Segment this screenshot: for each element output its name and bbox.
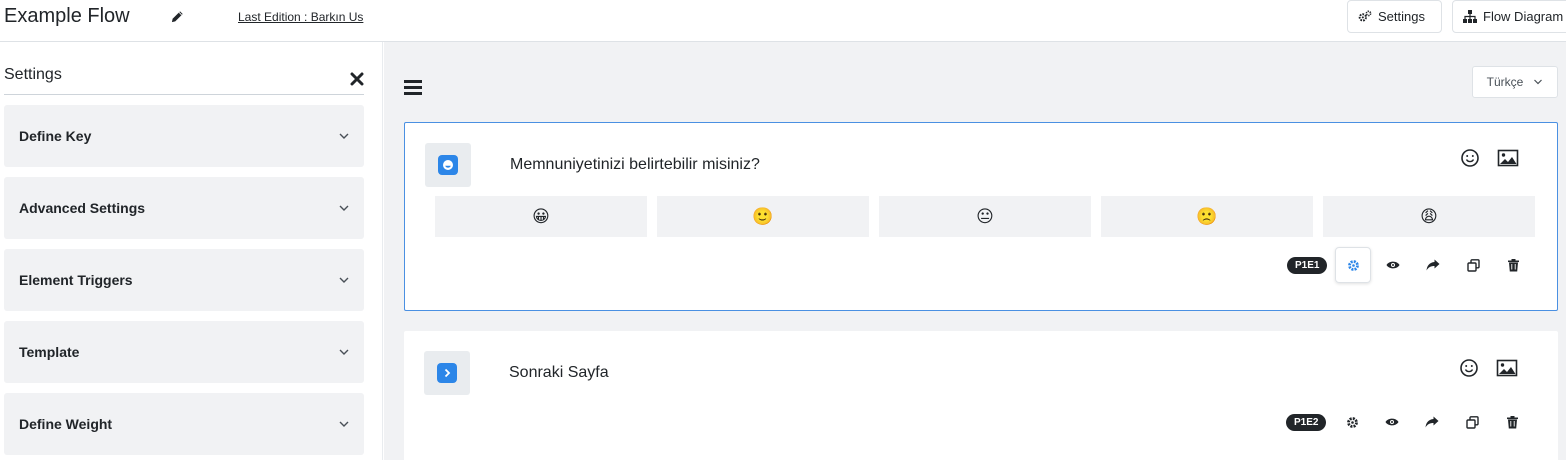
sidebar-divider	[4, 94, 364, 95]
duplicate-button[interactable]	[1454, 404, 1490, 440]
accordion-define-weight[interactable]: Define Weight	[4, 393, 364, 455]
top-bar: Example Flow Last Edition : Barkın Us Se…	[0, 0, 1566, 42]
flow-diagram-button[interactable]: Flow Diagram	[1452, 0, 1566, 33]
rating-option-happy[interactable]: 🙂	[657, 196, 869, 237]
settings-button[interactable]: Settings	[1347, 0, 1442, 33]
chevron-down-icon	[1534, 79, 1543, 85]
settings-sidebar: Settings Define Key Advanced Settings El…	[0, 42, 383, 460]
language-select-value: Türkçe	[1486, 75, 1524, 89]
accordion-template[interactable]: Template	[4, 321, 364, 383]
element-settings-button[interactable]	[1335, 247, 1372, 283]
flow-diagram-button-label: Flow Diagram	[1483, 9, 1564, 24]
chevron-down-icon	[339, 205, 349, 211]
chevron-down-icon	[339, 277, 349, 283]
image-icon[interactable]	[1497, 147, 1519, 169]
accordion-element-triggers[interactable]: Element Triggers	[4, 249, 364, 311]
gears-icon	[1358, 10, 1372, 22]
main-content: Türkçe Memnuniyetinizi belirtebilir misi…	[384, 42, 1566, 460]
trash-icon	[1507, 258, 1519, 271]
share-button[interactable]	[1415, 247, 1451, 283]
rating-options: 😀 🙂 😐 🙁 😩	[435, 196, 1535, 237]
eye-icon	[1386, 261, 1400, 269]
sidebar-title: Settings	[4, 66, 62, 83]
flow-title: Example Flow	[4, 5, 130, 27]
last-edition-link[interactable]: Last Edition : Barkın Us	[238, 10, 363, 24]
element-type-badge	[424, 351, 470, 395]
accordion-label: Define Weight	[19, 416, 113, 432]
sitemap-icon	[1463, 10, 1477, 23]
element-type-badge	[425, 143, 471, 187]
settings-button-label: Settings	[1378, 9, 1425, 24]
accordion-label: Advanced Settings	[19, 200, 146, 216]
duplicate-button[interactable]	[1455, 247, 1491, 283]
gear-icon	[1347, 416, 1358, 428]
close-icon[interactable]	[350, 72, 364, 86]
rating-option-neutral[interactable]: 😐	[879, 196, 1091, 237]
delete-button[interactable]	[1495, 247, 1531, 283]
element-id-badge: P1E1	[1287, 256, 1328, 274]
next-page-type-icon	[437, 363, 457, 383]
pencil-icon[interactable]	[170, 10, 184, 24]
question-card-1[interactable]: Memnuniyetinizi belirtebilir misiniz? 😀 …	[404, 122, 1558, 311]
question-text[interactable]: Memnuniyetinizi belirtebilir misiniz?	[510, 156, 760, 174]
trash-icon	[1506, 415, 1518, 428]
rating-option-very-sad[interactable]: 😩	[1323, 196, 1535, 237]
accordion-label: Element Triggers	[19, 272, 133, 288]
rating-option-very-happy[interactable]: 😀	[435, 196, 647, 237]
question-text[interactable]: Sonraki Sayfa	[509, 364, 609, 382]
copy-icon	[1467, 258, 1480, 272]
rating-option-sad[interactable]: 🙁	[1101, 196, 1313, 237]
element-actions: P1E1	[1287, 247, 1531, 283]
element-actions: P1E2	[1286, 404, 1530, 440]
element-settings-button[interactable]	[1334, 404, 1370, 440]
accordion-define-key[interactable]: Define Key	[4, 105, 364, 167]
gear-icon	[1348, 259, 1359, 271]
element-id-badge: P1E2	[1286, 413, 1327, 431]
chevron-down-icon	[339, 421, 349, 427]
accordion-label: Define Key	[19, 128, 92, 144]
accordion-advanced-settings[interactable]: Advanced Settings	[4, 177, 364, 239]
smile-icon[interactable]	[1459, 147, 1481, 169]
image-icon[interactable]	[1496, 357, 1518, 379]
preview-button[interactable]	[1375, 247, 1411, 283]
share-icon	[1426, 259, 1440, 271]
share-button[interactable]	[1414, 404, 1450, 440]
copy-icon	[1466, 415, 1479, 429]
chevron-down-icon	[339, 349, 349, 355]
preview-button[interactable]	[1374, 404, 1410, 440]
language-select[interactable]: Türkçe	[1472, 66, 1558, 98]
chevron-down-icon	[339, 133, 349, 139]
question-card-2[interactable]: Sonraki Sayfa P1E2	[404, 331, 1558, 460]
menu-icon[interactable]	[404, 80, 422, 95]
eye-icon	[1385, 418, 1399, 426]
delete-button[interactable]	[1494, 404, 1530, 440]
smile-icon[interactable]	[1458, 357, 1480, 379]
rating-type-icon	[438, 155, 458, 175]
share-icon	[1425, 416, 1439, 428]
accordion-label: Template	[19, 344, 80, 360]
